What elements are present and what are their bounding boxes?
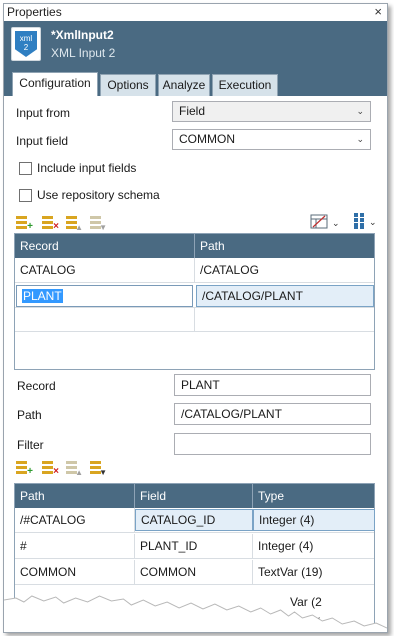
- table-row[interactable]: CATALOG /CATALOG: [15, 258, 374, 283]
- move-field-down-icon[interactable]: ▼: [90, 461, 107, 477]
- column-header-record[interactable]: Record: [15, 234, 195, 258]
- delete-record-icon[interactable]: ×: [42, 216, 59, 232]
- input-from-label: Input from: [16, 106, 71, 120]
- record-cell[interactable]: CATALOG: [15, 258, 195, 282]
- table-row[interactable]: # PLANT_ID Integer (4): [15, 534, 374, 559]
- tab-analyze[interactable]: Analyze: [158, 74, 210, 96]
- xml-icon-text: xml: [19, 34, 33, 43]
- tab-options[interactable]: Options: [100, 74, 156, 96]
- table-row-selected[interactable]: PLANT /CATALOG/PLANT: [15, 283, 374, 308]
- columns-icon[interactable]: ⌄: [352, 212, 382, 230]
- close-icon[interactable]: ×: [374, 4, 382, 19]
- use-repository-schema-label: Use repository schema: [37, 188, 160, 202]
- path-cell[interactable]: /CATALOG/PLANT: [196, 285, 374, 307]
- input-from-value: Field: [179, 104, 206, 118]
- torn-edge-decoration: [4, 595, 387, 632]
- table-row-selected[interactable]: /#CATALOG CATALOG_ID Integer (4): [15, 508, 375, 533]
- type-cell[interactable]: Integer (4): [253, 534, 376, 558]
- tab-execution[interactable]: Execution: [212, 74, 278, 96]
- move-up-icon[interactable]: ▲: [66, 216, 83, 232]
- delete-field-icon[interactable]: ×: [42, 461, 59, 477]
- xml-icon-number: 2: [23, 43, 29, 52]
- record-label: Record: [17, 379, 56, 393]
- path-cell[interactable]: /#CATALOG: [15, 508, 135, 532]
- include-input-fields-checkbox[interactable]: [19, 162, 32, 175]
- input-field-label: Input field: [16, 134, 69, 148]
- properties-panel: Properties × xml 2 *XmlInput2 XML Input …: [3, 3, 388, 633]
- chevron-down-icon: ⌄: [356, 134, 364, 144]
- title-bar: Properties ×: [4, 4, 387, 21]
- input-field-value: COMMON: [179, 132, 235, 146]
- column-header-type[interactable]: Type: [253, 484, 376, 508]
- include-input-fields-label: Include input fields: [37, 161, 137, 175]
- add-field-icon[interactable]: +: [16, 461, 33, 477]
- svg-text:⌄: ⌄: [369, 218, 377, 228]
- path-cell[interactable]: #: [15, 534, 135, 558]
- empty-cell: [15, 308, 195, 332]
- move-field-up-icon[interactable]: ▲: [66, 461, 83, 477]
- component-name: *XmlInput2: [51, 28, 114, 42]
- field-grid-header: Path Field Type: [15, 484, 374, 508]
- field-cell[interactable]: PLANT_ID: [135, 534, 253, 558]
- tab-bar: Configuration Options Analyze Execution: [4, 69, 387, 96]
- column-header-path[interactable]: Path: [15, 484, 135, 508]
- record-grid: Record Path CATALOG /CATALOG PLANT /CATA…: [14, 233, 375, 370]
- field-cell[interactable]: CATALOG_ID: [135, 509, 253, 531]
- table-row-empty: [15, 308, 374, 332]
- tab-configuration[interactable]: Configuration: [12, 72, 98, 96]
- use-repository-schema-checkbox[interactable]: [19, 189, 32, 202]
- type-cell[interactable]: Integer (4): [253, 509, 375, 531]
- record-input[interactable]: PLANT: [174, 374, 371, 396]
- record-edit-cell[interactable]: PLANT: [16, 285, 193, 307]
- filter-label: Filter: [17, 438, 44, 452]
- input-field-select[interactable]: COMMON ⌄: [172, 129, 371, 150]
- record-edit-text: PLANT: [22, 289, 63, 303]
- schema-view-icon[interactable]: ⌄: [310, 213, 340, 231]
- filter-input[interactable]: [174, 433, 371, 455]
- column-header-path[interactable]: Path: [195, 234, 376, 258]
- add-record-icon[interactable]: +: [16, 216, 33, 232]
- column-header-field[interactable]: Field: [135, 484, 253, 508]
- svg-text:⌄: ⌄: [332, 219, 340, 229]
- window-title: Properties: [7, 5, 62, 19]
- path-cell[interactable]: /CATALOG: [195, 258, 376, 282]
- path-label: Path: [17, 408, 42, 422]
- record-grid-header: Record Path: [15, 234, 374, 258]
- component-type: XML Input 2: [51, 46, 116, 60]
- chevron-down-icon: ⌄: [356, 106, 364, 116]
- input-from-select[interactable]: Field ⌄: [172, 101, 371, 122]
- component-header: xml 2 *XmlInput2 XML Input 2: [4, 21, 387, 69]
- empty-cell: [195, 308, 376, 332]
- path-input[interactable]: /CATALOG/PLANT: [174, 403, 371, 425]
- move-down-icon[interactable]: ▼: [90, 216, 107, 232]
- xml-input-icon: xml 2: [11, 27, 41, 61]
